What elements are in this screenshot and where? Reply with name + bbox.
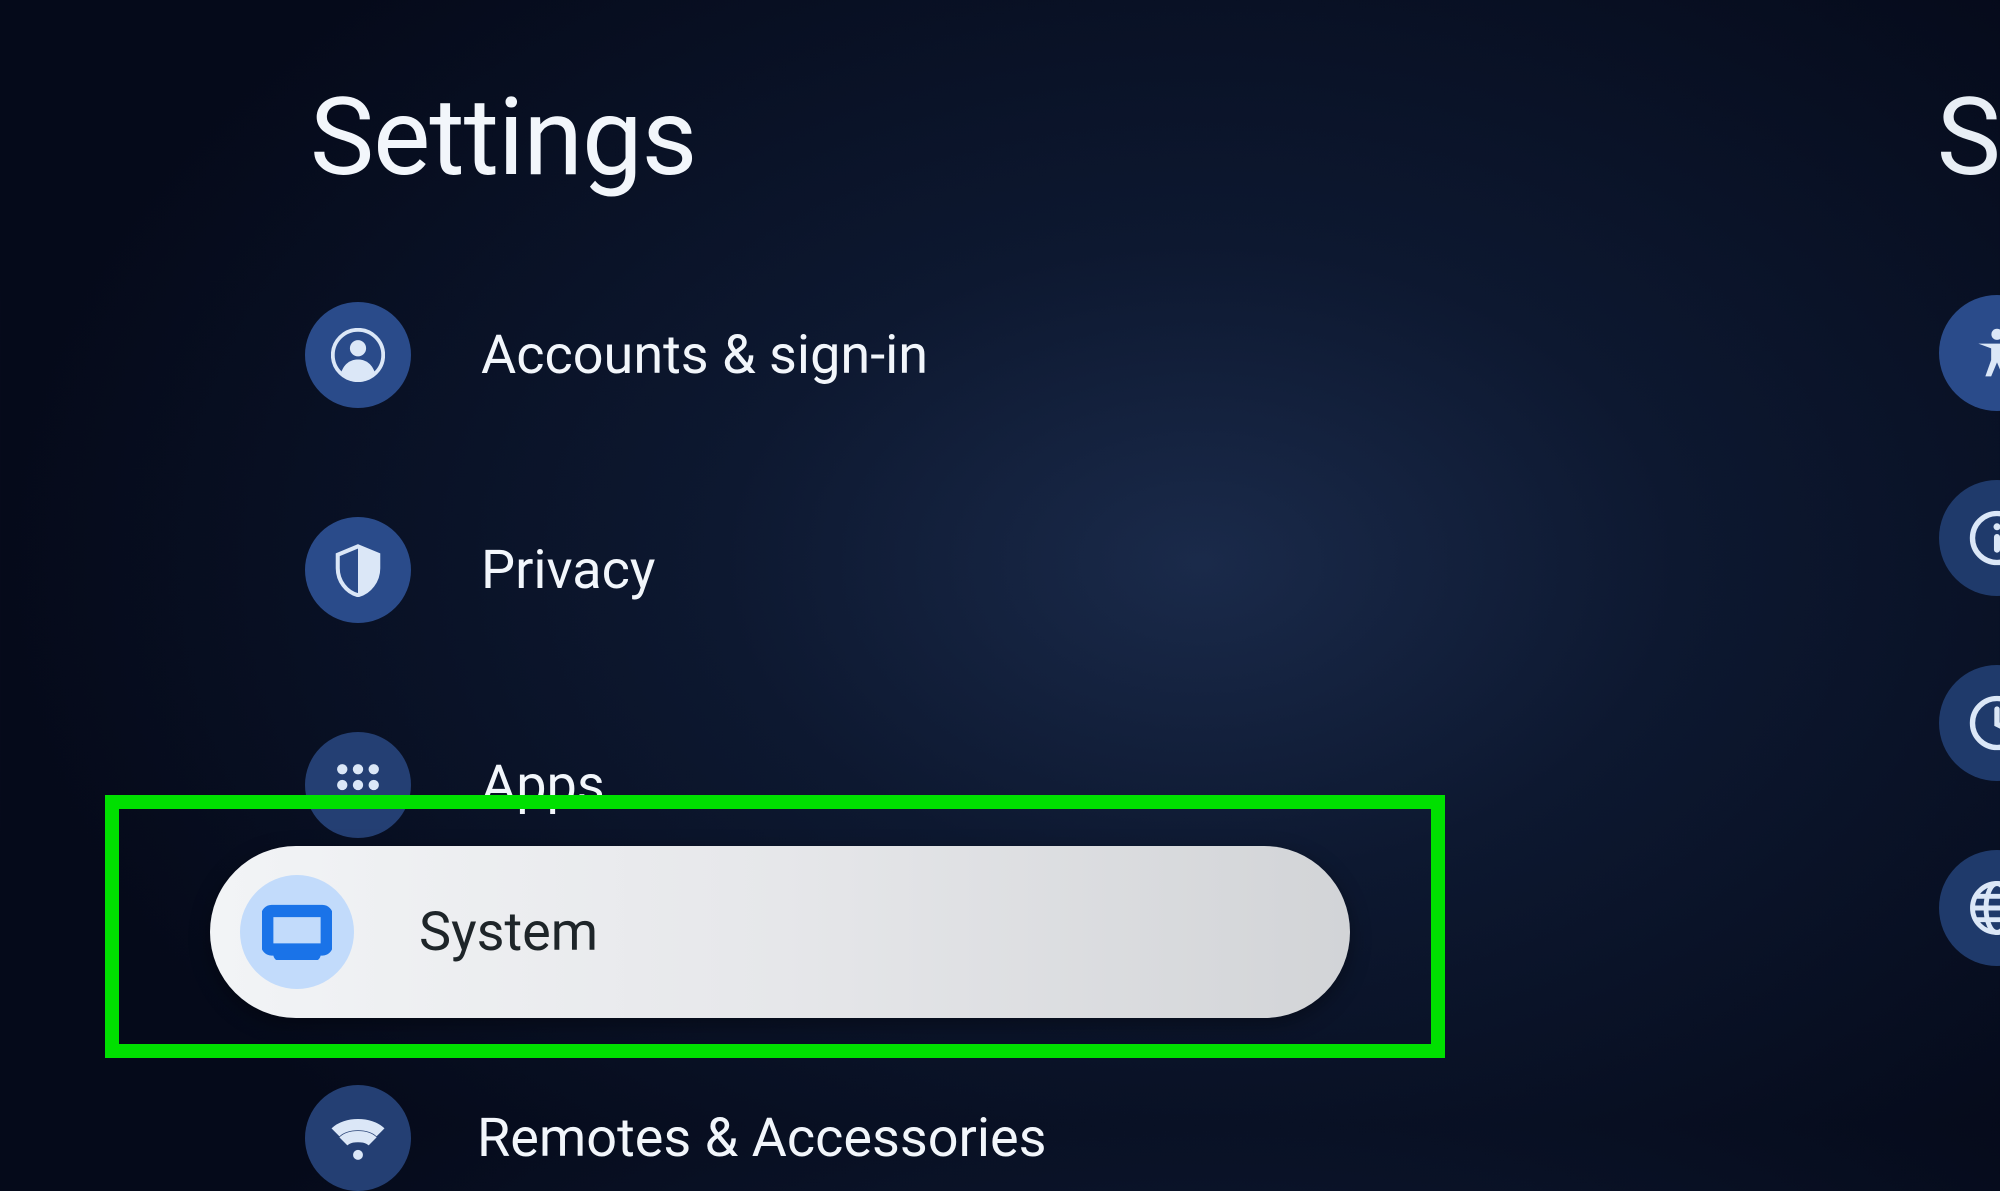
- clock-icon: [1969, 695, 2000, 751]
- settings-item-accounts[interactable]: Accounts & sign-in: [290, 290, 1340, 420]
- right-item-info[interactable]: [1939, 480, 2000, 596]
- apps-grid-icon: [305, 732, 411, 838]
- page-title: Settings: [310, 75, 696, 201]
- right-column: [1939, 295, 2000, 966]
- right-item-accessibility[interactable]: [1939, 295, 2000, 411]
- right-item-clock[interactable]: [1939, 665, 2000, 781]
- settings-item-privacy[interactable]: Privacy: [290, 505, 1340, 635]
- right-item-language[interactable]: [1939, 850, 2000, 966]
- settings-label-system: System: [419, 901, 598, 964]
- settings-item-apps[interactable]: Apps: [290, 720, 1340, 850]
- wifi-icon: [305, 1085, 411, 1191]
- settings-label-accounts: Accounts & sign-in: [481, 324, 928, 387]
- tv-icon: [240, 875, 354, 989]
- right-panel-title-partial: Sy: [1937, 75, 2000, 201]
- account-circle-icon: [305, 302, 411, 408]
- settings-list: Accounts & sign-in Privacy Apps: [290, 290, 1340, 935]
- settings-label-privacy: Privacy: [481, 539, 655, 602]
- shield-icon: [305, 517, 411, 623]
- accessibility-icon: [1969, 325, 2000, 381]
- globe-icon: [1969, 880, 2000, 936]
- settings-label-apps: Apps: [481, 754, 605, 817]
- settings-item-system[interactable]: System: [210, 846, 1350, 1018]
- info-icon: [1969, 510, 2000, 566]
- settings-item-remotes[interactable]: Remotes & Accessories: [290, 1085, 1046, 1191]
- settings-label-remotes: Remotes & Accessories: [477, 1107, 1046, 1170]
